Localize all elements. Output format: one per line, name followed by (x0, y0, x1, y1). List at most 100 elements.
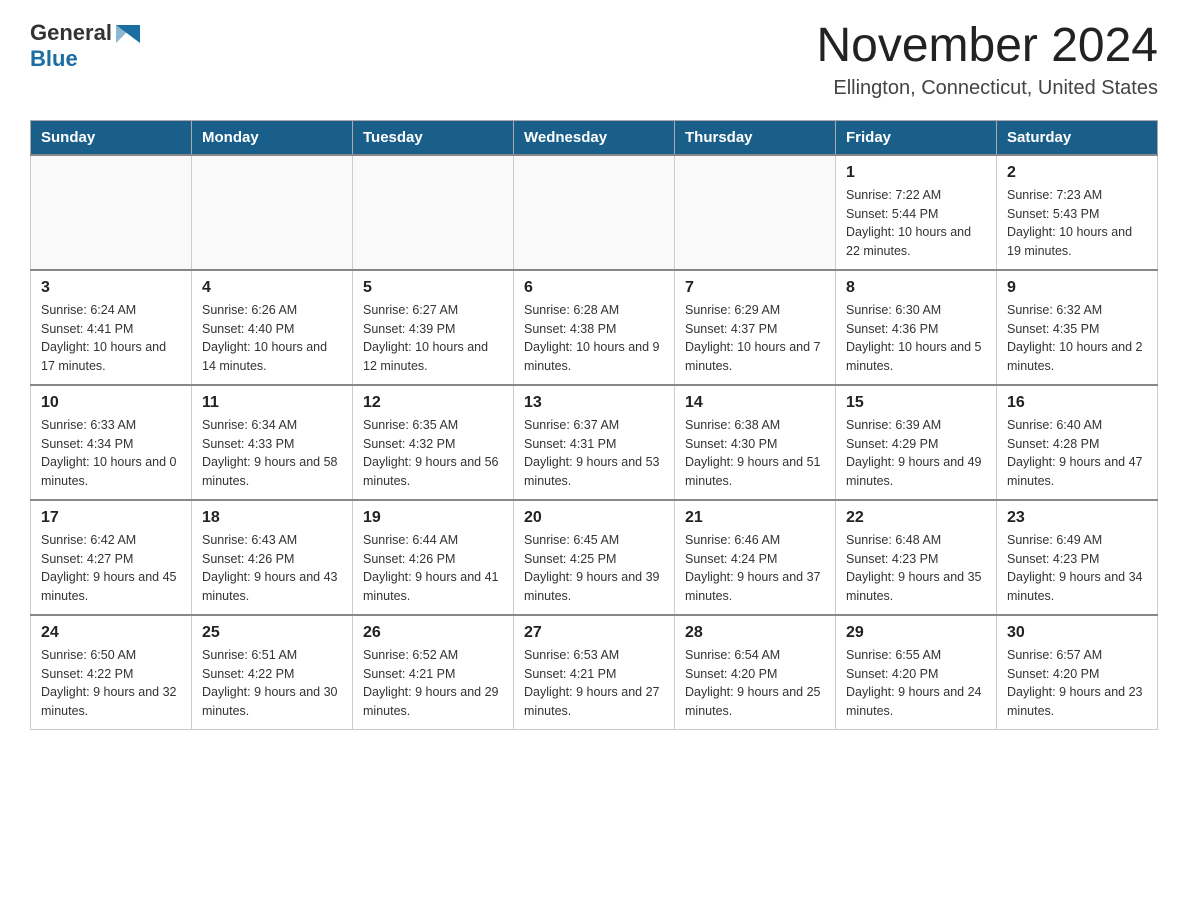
day-info: Sunrise: 7:23 AMSunset: 5:43 PMDaylight:… (1007, 186, 1147, 261)
calendar-cell: 8Sunrise: 6:30 AMSunset: 4:36 PMDaylight… (836, 270, 997, 385)
day-number: 29 (846, 624, 986, 642)
calendar-cell (192, 155, 353, 270)
day-number: 17 (41, 509, 181, 527)
day-info: Sunrise: 6:27 AMSunset: 4:39 PMDaylight:… (363, 301, 503, 376)
column-header-saturday: Saturday (997, 120, 1158, 155)
day-info: Sunrise: 6:26 AMSunset: 4:40 PMDaylight:… (202, 301, 342, 376)
main-title: November 2024 (816, 20, 1158, 73)
day-info: Sunrise: 6:34 AMSunset: 4:33 PMDaylight:… (202, 416, 342, 491)
column-header-tuesday: Tuesday (353, 120, 514, 155)
day-number: 22 (846, 509, 986, 527)
calendar-cell: 19 Sunrise: 6:44 AMSunset: 4:26 PMDayligh… (353, 500, 514, 615)
calendar-cell: 18 Sunrise: 6:43 AMSunset: 4:26 PMDayligh… (192, 500, 353, 615)
day-info: Sunrise: 6:42 AMSunset: 4:27 PMDaylight:… (41, 531, 181, 606)
calendar-cell: 11 Sunrise: 6:34 AMSunset: 4:33 PMDayligh… (192, 385, 353, 500)
calendar-week-row: 24Sunrise: 6:50 AMSunset: 4:22 PMDayligh… (31, 615, 1158, 730)
day-number: 12 (363, 394, 503, 412)
subtitle: Ellington, Connecticut, United States (816, 77, 1158, 100)
calendar-cell: 5 Sunrise: 6:27 AMSunset: 4:39 PMDaylight… (353, 270, 514, 385)
day-number: 25 (202, 624, 342, 642)
calendar-cell: 4 Sunrise: 6:26 AMSunset: 4:40 PMDaylight… (192, 270, 353, 385)
column-header-wednesday: Wednesday (514, 120, 675, 155)
day-info: Sunrise: 6:45 AMSunset: 4:25 PMDaylight:… (524, 531, 664, 606)
day-info: Sunrise: 6:43 AMSunset: 4:26 PMDaylight:… (202, 531, 342, 606)
day-number: 15 (846, 394, 986, 412)
day-info: Sunrise: 6:33 AMSunset: 4:34 PMDaylight:… (41, 416, 181, 491)
column-header-sunday: Sunday (31, 120, 192, 155)
day-number: 23 (1007, 509, 1147, 527)
calendar-week-row: 3Sunrise: 6:24 AMSunset: 4:41 PMDaylight… (31, 270, 1158, 385)
calendar-cell: 24Sunrise: 6:50 AMSunset: 4:22 PMDayligh… (31, 615, 192, 730)
day-info: Sunrise: 6:49 AMSunset: 4:23 PMDaylight:… (1007, 531, 1147, 606)
calendar-cell: 29 Sunrise: 6:55 AMSunset: 4:20 PMDayligh… (836, 615, 997, 730)
title-section: November 2024 Ellington, Connecticut, Un… (816, 20, 1158, 100)
logo: General Blue (30, 20, 140, 72)
page-header: General Blue November 2024 Ellington, Co… (30, 20, 1158, 100)
calendar-cell: 15Sunrise: 6:39 AMSunset: 4:29 PMDayligh… (836, 385, 997, 500)
day-number: 14 (685, 394, 825, 412)
day-number: 19 (363, 509, 503, 527)
day-number: 20 (524, 509, 664, 527)
calendar-week-row: 10 Sunrise: 6:33 AMSunset: 4:34 PMDayligh… (31, 385, 1158, 500)
logo-general-text: General (30, 20, 112, 46)
calendar-week-row: 1 Sunrise: 7:22 AMSunset: 5:44 PMDaylight… (31, 155, 1158, 270)
calendar-cell: 2 Sunrise: 7:23 AMSunset: 5:43 PMDaylight… (997, 155, 1158, 270)
day-info: Sunrise: 6:53 AMSunset: 4:21 PMDaylight:… (524, 646, 664, 721)
day-number: 28 (685, 624, 825, 642)
calendar-cell: 28 Sunrise: 6:54 AMSunset: 4:20 PMDayligh… (675, 615, 836, 730)
day-info: Sunrise: 6:50 AMSunset: 4:22 PMDaylight:… (41, 646, 181, 721)
calendar-cell: 17 Sunrise: 6:42 AMSunset: 4:27 PMDayligh… (31, 500, 192, 615)
calendar-cell: 26Sunrise: 6:52 AMSunset: 4:21 PMDayligh… (353, 615, 514, 730)
day-number: 27 (524, 624, 664, 642)
column-header-monday: Monday (192, 120, 353, 155)
day-info: Sunrise: 6:57 AMSunset: 4:20 PMDaylight:… (1007, 646, 1147, 721)
calendar-table: SundayMondayTuesdayWednesdayThursdayFrid… (30, 120, 1158, 730)
calendar-cell: 12 Sunrise: 6:35 AMSunset: 4:32 PMDayligh… (353, 385, 514, 500)
calendar-cell: 13 Sunrise: 6:37 AMSunset: 4:31 PMDayligh… (514, 385, 675, 500)
day-number: 6 (524, 279, 664, 297)
column-header-friday: Friday (836, 120, 997, 155)
day-number: 9 (1007, 279, 1147, 297)
day-number: 11 (202, 394, 342, 412)
calendar-cell: 1 Sunrise: 7:22 AMSunset: 5:44 PMDaylight… (836, 155, 997, 270)
calendar-cell: 30Sunrise: 6:57 AMSunset: 4:20 PMDayligh… (997, 615, 1158, 730)
day-info: Sunrise: 7:22 AMSunset: 5:44 PMDaylight:… (846, 186, 986, 261)
day-info: Sunrise: 6:30 AMSunset: 4:36 PMDaylight:… (846, 301, 986, 376)
calendar-cell: 7Sunrise: 6:29 AMSunset: 4:37 PMDaylight… (675, 270, 836, 385)
day-info: Sunrise: 6:46 AMSunset: 4:24 PMDaylight:… (685, 531, 825, 606)
logo-blue-text: Blue (30, 46, 78, 72)
day-number: 5 (363, 279, 503, 297)
calendar-cell: 25 Sunrise: 6:51 AMSunset: 4:22 PMDayligh… (192, 615, 353, 730)
day-number: 13 (524, 394, 664, 412)
calendar-cell: 14Sunrise: 6:38 AMSunset: 4:30 PMDayligh… (675, 385, 836, 500)
calendar-cell: 21Sunrise: 6:46 AMSunset: 4:24 PMDayligh… (675, 500, 836, 615)
day-info: Sunrise: 6:44 AMSunset: 4:26 PMDaylight:… (363, 531, 503, 606)
calendar-cell: 16Sunrise: 6:40 AMSunset: 4:28 PMDayligh… (997, 385, 1158, 500)
day-number: 4 (202, 279, 342, 297)
day-number: 18 (202, 509, 342, 527)
day-info: Sunrise: 6:48 AMSunset: 4:23 PMDaylight:… (846, 531, 986, 606)
logo-flag-icon (116, 25, 140, 43)
calendar-cell: 6Sunrise: 6:28 AMSunset: 4:38 PMDaylight… (514, 270, 675, 385)
column-header-thursday: Thursday (675, 120, 836, 155)
day-info: Sunrise: 6:37 AMSunset: 4:31 PMDaylight:… (524, 416, 664, 491)
calendar-cell: 22 Sunrise: 6:48 AMSunset: 4:23 PMDayligh… (836, 500, 997, 615)
day-info: Sunrise: 6:55 AMSunset: 4:20 PMDaylight:… (846, 646, 986, 721)
calendar-cell: 9Sunrise: 6:32 AMSunset: 4:35 PMDaylight… (997, 270, 1158, 385)
calendar-cell: 23 Sunrise: 6:49 AMSunset: 4:23 PMDayligh… (997, 500, 1158, 615)
day-number: 16 (1007, 394, 1147, 412)
calendar-cell (514, 155, 675, 270)
day-info: Sunrise: 6:24 AMSunset: 4:41 PMDaylight:… (41, 301, 181, 376)
day-number: 2 (1007, 164, 1147, 182)
day-info: Sunrise: 6:51 AMSunset: 4:22 PMDaylight:… (202, 646, 342, 721)
day-info: Sunrise: 6:54 AMSunset: 4:20 PMDaylight:… (685, 646, 825, 721)
calendar-cell (675, 155, 836, 270)
day-number: 26 (363, 624, 503, 642)
day-number: 1 (846, 164, 986, 182)
calendar-cell (353, 155, 514, 270)
day-number: 7 (685, 279, 825, 297)
calendar-week-row: 17 Sunrise: 6:42 AMSunset: 4:27 PMDayligh… (31, 500, 1158, 615)
calendar-cell: 10 Sunrise: 6:33 AMSunset: 4:34 PMDayligh… (31, 385, 192, 500)
day-info: Sunrise: 6:35 AMSunset: 4:32 PMDaylight:… (363, 416, 503, 491)
day-number: 10 (41, 394, 181, 412)
